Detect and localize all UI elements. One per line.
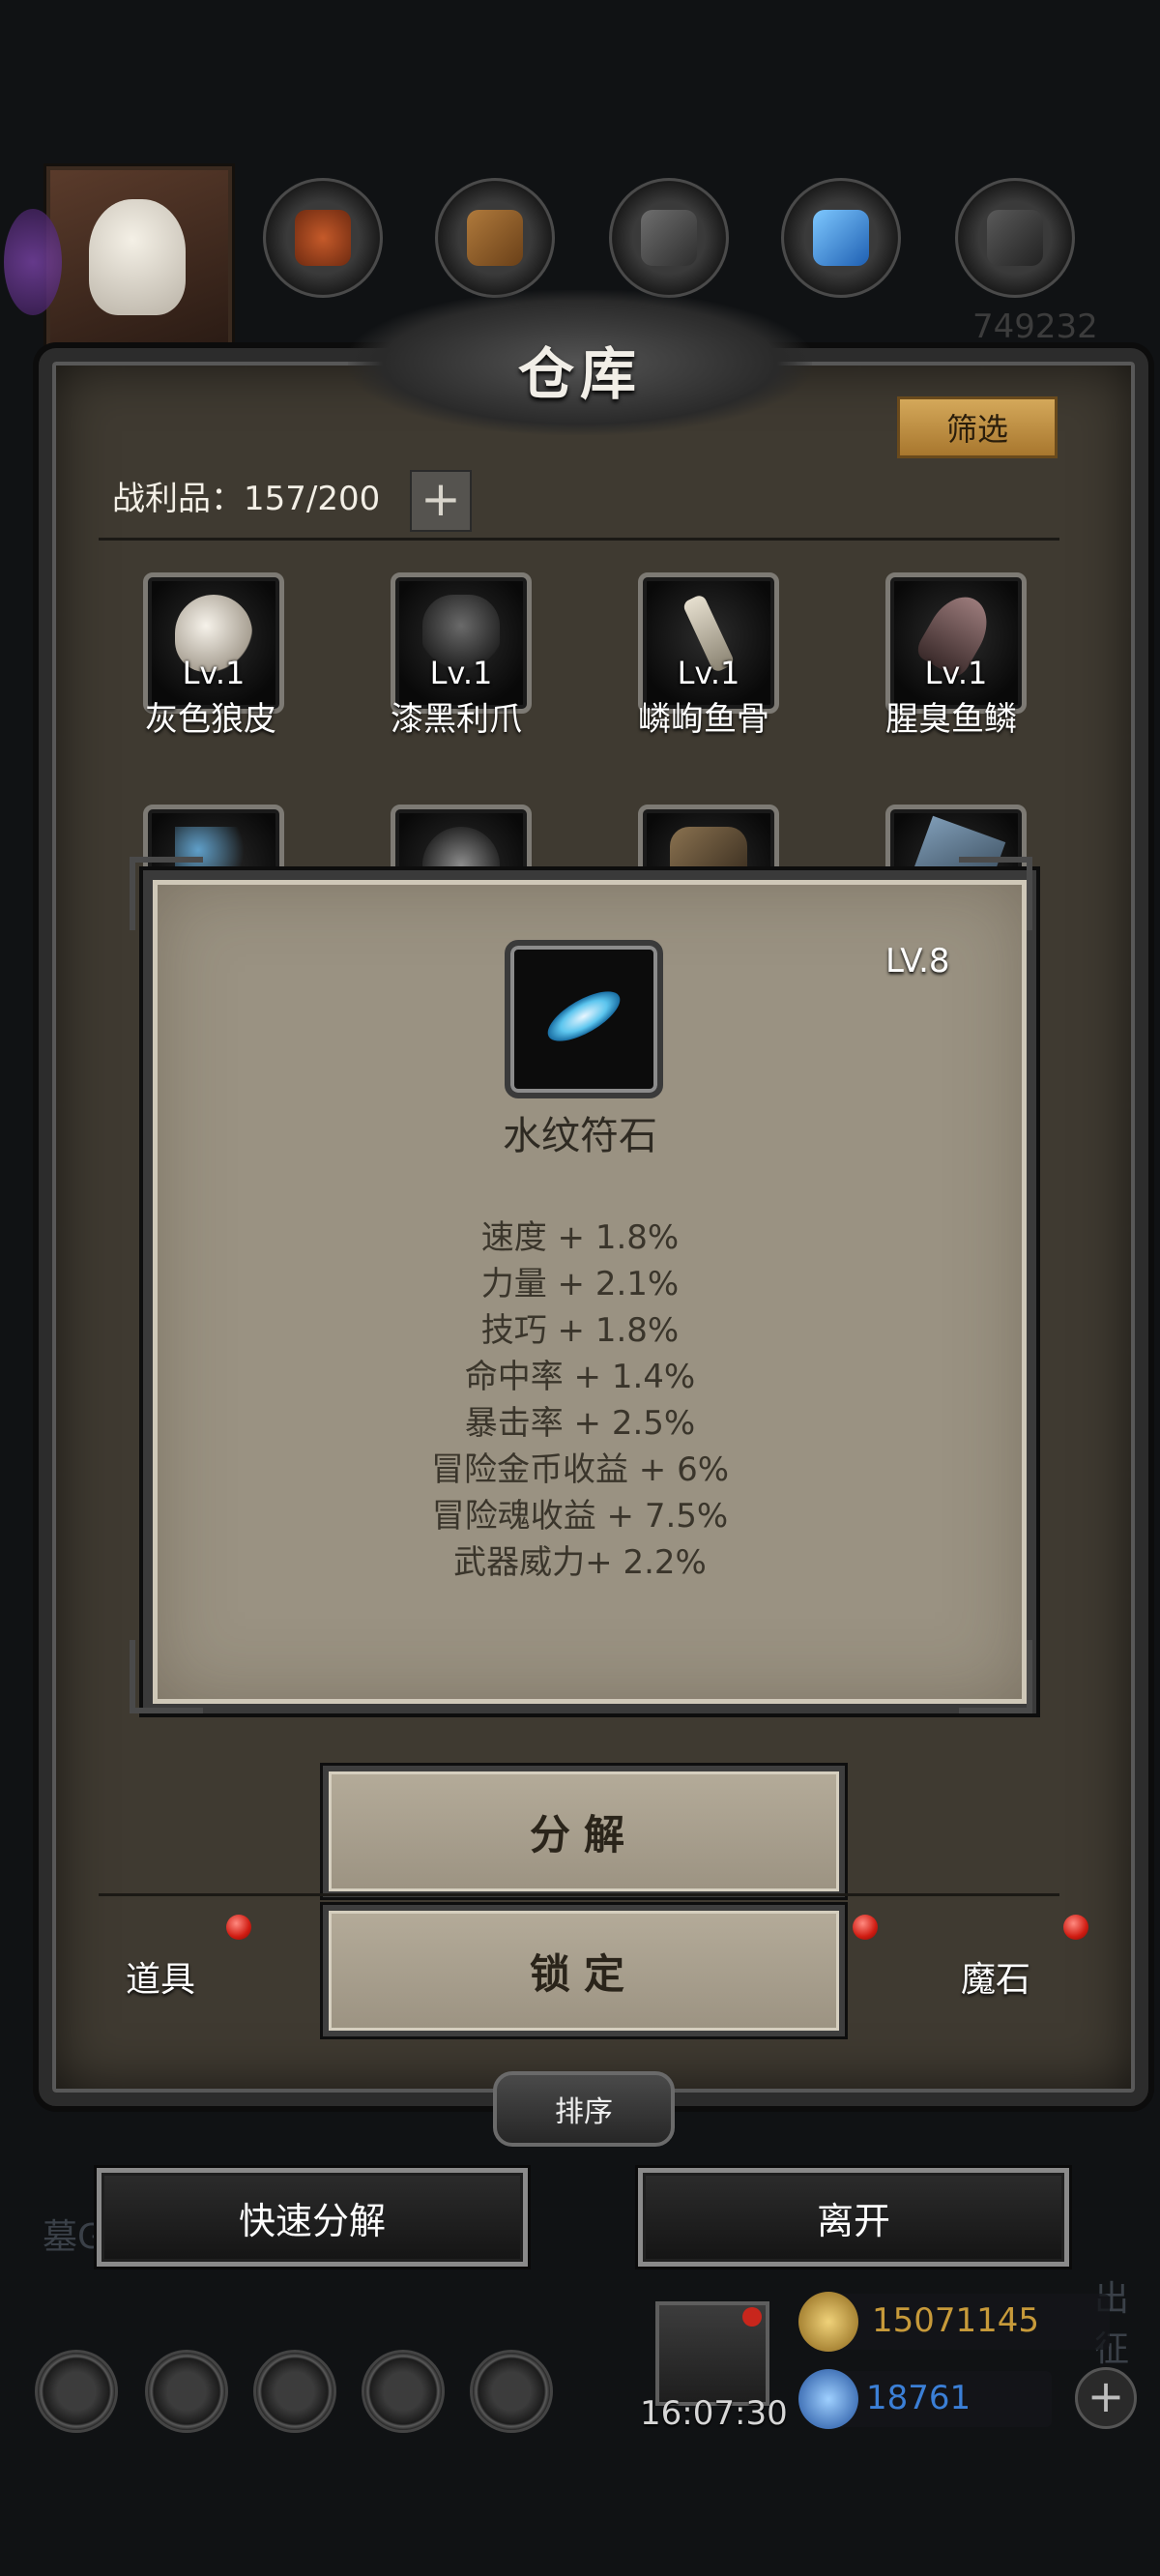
- water-rune-stone-icon: [540, 981, 627, 1051]
- settings-icon[interactable]: [35, 2350, 118, 2433]
- background-label: 墓G: [43, 2217, 104, 2257]
- meat-resource-icon[interactable]: [263, 178, 383, 298]
- stat-line: 速度 + 1.8%: [480, 1218, 680, 1257]
- divider: [99, 538, 1059, 541]
- item-level: Lv.1: [429, 655, 493, 691]
- ore-resource-icon[interactable]: [955, 178, 1075, 298]
- stat-line: 暴击率 + 2.5%: [464, 1404, 696, 1443]
- sort-button[interactable]: 排序: [493, 2071, 675, 2147]
- item-level: Lv.1: [182, 655, 246, 691]
- notification-dot: [742, 2307, 762, 2327]
- add-currency-button[interactable]: +: [1075, 2367, 1137, 2429]
- notification-dot: [226, 1915, 251, 1940]
- quick-decompose-button[interactable]: 快速分解: [97, 2168, 528, 2267]
- item-name: 嶙峋鱼骨: [638, 700, 769, 739]
- hero-portrait[interactable]: [4, 166, 232, 352]
- tab-magic-stone[interactable]: 魔石: [961, 1951, 1030, 2002]
- item-level: Lv.1: [924, 655, 988, 691]
- item-level: Lv.1: [677, 655, 740, 691]
- item-name: 漆黑利爪: [391, 700, 522, 739]
- item-title: 水纹符石: [503, 1114, 657, 1158]
- popup-corner-ornament: [130, 857, 203, 930]
- gold-amount: 15071145: [872, 2301, 1040, 2340]
- stat-line: 武器威力+ 2.2%: [453, 1543, 707, 1582]
- gate-icon[interactable]: [253, 2350, 336, 2433]
- gem-icon: [798, 2369, 858, 2429]
- resource-count-partial: 749232: [972, 307, 1098, 346]
- wings-decoration: [4, 209, 62, 315]
- meat-icon: [295, 210, 351, 266]
- popup-corner-ornament: [959, 1640, 1032, 1713]
- white-horse-icon: [89, 199, 186, 315]
- item-name: 腥臭鱼鳞: [885, 700, 1017, 739]
- leave-button[interactable]: 离开: [638, 2168, 1069, 2267]
- stat-line: 技巧 + 1.8%: [480, 1311, 680, 1350]
- expand-capacity-button[interactable]: +: [410, 470, 472, 532]
- crystal-icon: [813, 210, 869, 266]
- notification-dot: [853, 1915, 878, 1940]
- stat-line: 力量 + 2.1%: [480, 1265, 680, 1303]
- iron-icon: [641, 210, 697, 266]
- item-level: LV.8: [885, 942, 950, 981]
- stat-list: 速度 + 1.8% 力量 + 2.1% 技巧 + 1.8% 命中率 + 1.4%…: [290, 1215, 870, 1586]
- iron-resource-icon[interactable]: [609, 178, 729, 298]
- loot-capacity: 战利品：157/200: [112, 480, 381, 518]
- page-title: 仓库: [517, 341, 642, 407]
- popup-corner-ornament: [130, 1640, 203, 1713]
- mail-icon[interactable]: [362, 2350, 445, 2433]
- chest-icon[interactable]: [470, 2350, 553, 2433]
- notification-dot: [1063, 1915, 1088, 1940]
- tab-props[interactable]: 道具: [126, 1951, 195, 2002]
- item-name: 灰色狼皮: [145, 700, 276, 739]
- popup-corner-ornament: [959, 857, 1032, 930]
- clock-time: 16:07:30: [640, 2394, 788, 2433]
- ore-icon: [987, 210, 1043, 266]
- filter-button[interactable]: 筛选: [897, 396, 1058, 458]
- item-icon-frame: [505, 940, 663, 1098]
- lock-button[interactable]: 锁定: [323, 1905, 845, 2036]
- star-icon[interactable]: [145, 2350, 228, 2433]
- gold-coin-icon: [798, 2292, 858, 2352]
- wood-icon: [467, 210, 523, 266]
- stat-line: 命中率 + 1.4%: [464, 1358, 696, 1396]
- decompose-button[interactable]: 分解: [323, 1766, 845, 1897]
- stat-line: 冒险金币收益 + 6%: [430, 1450, 730, 1489]
- stat-line: 冒险魂收益 + 7.5%: [431, 1497, 729, 1536]
- wood-resource-icon[interactable]: [435, 178, 555, 298]
- gem-amount: 18761: [866, 2379, 972, 2417]
- divider: [99, 1893, 1059, 1896]
- crystal-resource-icon[interactable]: [781, 178, 901, 298]
